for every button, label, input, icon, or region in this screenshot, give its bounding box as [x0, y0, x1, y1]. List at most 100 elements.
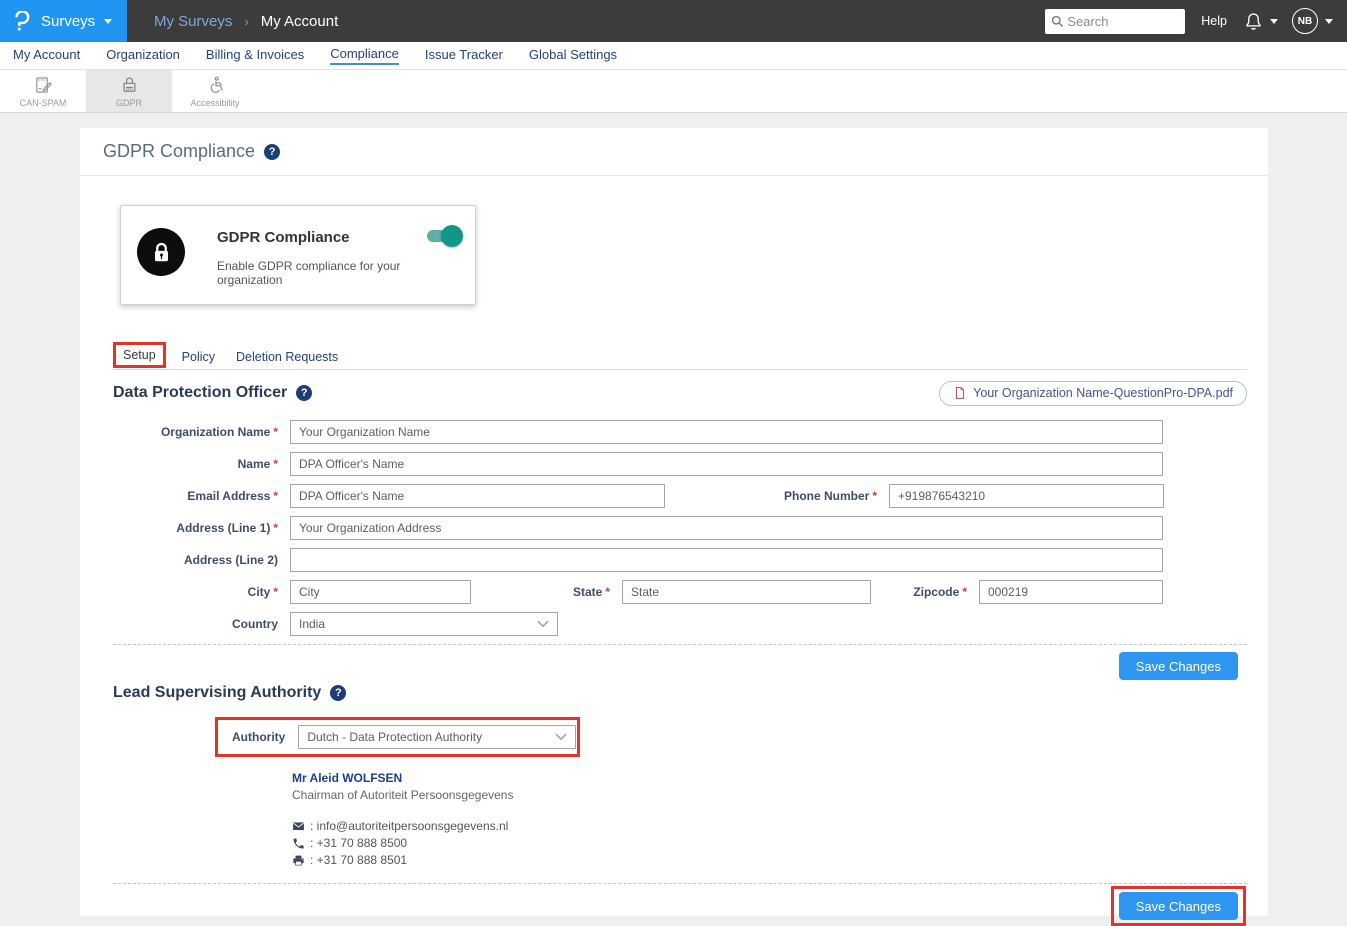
- lsa-heading-text: Lead Supervising Authority: [113, 684, 321, 702]
- chevron-down-icon[interactable]: [1270, 19, 1278, 24]
- authority-phone-line: : +31 70 888 8500: [292, 836, 1247, 850]
- breadcrumb-separator: ›: [244, 14, 248, 29]
- avatar[interactable]: NB: [1292, 8, 1318, 34]
- accessibility-wheelchair-icon: [205, 75, 226, 95]
- chevron-down-icon: [104, 19, 112, 24]
- field-label-phone: Phone Number*: [665, 489, 877, 503]
- section-divider: [113, 644, 1247, 645]
- topbar-actions: Help NB: [1045, 8, 1347, 34]
- gdpr-tabs: Setup Policy Deletion Requests: [113, 341, 1247, 370]
- lsa-heading: Lead Supervising Authority ?: [113, 684, 1247, 702]
- authority-select-value: Dutch - Data Protection Authority: [307, 730, 555, 744]
- nav-billing-invoices[interactable]: Billing & Invoices: [206, 47, 304, 64]
- nav-compliance[interactable]: Compliance: [330, 46, 399, 65]
- pdf-button-label: Your Organization Name-QuestionPro-DPA.p…: [973, 386, 1233, 400]
- authority-phone: : +31 70 888 8500: [310, 836, 407, 850]
- help-icon[interactable]: ?: [330, 685, 346, 701]
- authority-fax: : +31 70 888 8501: [310, 853, 407, 867]
- form-row: Address (Line 2): [113, 548, 1247, 572]
- annotation-box-authority: Authority Dutch - Data Protection Author…: [215, 717, 580, 757]
- breadcrumb: My Surveys › My Account: [154, 13, 338, 30]
- subtab-can-spam[interactable]: CAN-SPAM: [0, 70, 86, 112]
- breadcrumb-my-surveys[interactable]: My Surveys: [154, 13, 232, 30]
- field-label-name: Name*: [113, 457, 278, 471]
- dpa-pdf-download-button[interactable]: Your Organization Name-QuestionPro-DPA.p…: [939, 381, 1247, 406]
- card-subtitle: Enable GDPR compliance for your organiza…: [217, 259, 459, 287]
- field-label-address2: Address (Line 2): [113, 553, 278, 567]
- annotation-box-save: Save Changes: [1111, 886, 1246, 926]
- field-label-state: State*: [471, 585, 610, 599]
- tab-deletion-requests[interactable]: Deletion Requests: [228, 345, 346, 369]
- subtab-label: GDPR: [116, 98, 142, 108]
- search-input[interactable]: [1045, 9, 1185, 34]
- topbar: Surveys My Surveys › My Account Help NB: [0, 0, 1347, 42]
- authority-select[interactable]: Dutch - Data Protection Authority: [298, 725, 576, 749]
- breadcrumb-my-account: My Account: [261, 13, 339, 30]
- chevron-down-icon: [537, 620, 549, 628]
- nav-issue-tracker[interactable]: Issue Tracker: [425, 47, 503, 64]
- dpo-heading-text: Data Protection Officer: [113, 384, 287, 402]
- gdpr-toggle[interactable]: [427, 230, 457, 242]
- save-changes-button-dpo[interactable]: Save Changes: [1119, 652, 1238, 680]
- toggle-knob: [441, 225, 463, 247]
- address-line1-input[interactable]: [290, 516, 1163, 540]
- zipcode-input[interactable]: [979, 580, 1163, 604]
- field-label-email: Email Address*: [113, 489, 278, 503]
- dpa-officer-name-input[interactable]: [290, 452, 1163, 476]
- search-box: [1045, 9, 1185, 34]
- form-row: Name*: [113, 452, 1247, 476]
- can-spam-document-pencil-icon: [33, 75, 54, 95]
- city-input[interactable]: [290, 580, 471, 604]
- authority-contact-title: Chairman of Autoriteit Persoonsgegevens: [292, 788, 1247, 802]
- field-label-address1: Address (Line 1)*: [113, 521, 278, 535]
- lock-icon: [137, 228, 185, 276]
- search-icon: [1051, 15, 1064, 28]
- tab-setup[interactable]: Setup: [113, 342, 166, 368]
- card-texts: GDPR Compliance Enable GDPR compliance f…: [217, 228, 459, 304]
- field-label-city: City*: [113, 585, 278, 599]
- card-title: GDPR Compliance: [217, 229, 459, 246]
- phone-number-input[interactable]: [889, 484, 1164, 508]
- app-menu-label: Surveys: [41, 13, 95, 30]
- nav-my-account[interactable]: My Account: [13, 47, 80, 64]
- country-select[interactable]: India: [290, 612, 558, 636]
- help-link[interactable]: Help: [1201, 14, 1227, 28]
- nav-organization[interactable]: Organization: [106, 47, 180, 64]
- field-label-zipcode: Zipcode*: [871, 585, 967, 599]
- address-line2-input[interactable]: [290, 548, 1163, 572]
- form-row: Organization Name*: [113, 420, 1247, 444]
- authority-fax-line: : +31 70 888 8501: [292, 853, 1247, 867]
- subtab-gdpr[interactable]: GDPR: [86, 70, 172, 112]
- authority-email-line: : info@autoriteitpersoonsgegevens.nl: [292, 819, 1247, 833]
- field-label-authority: Authority: [232, 730, 285, 744]
- phone-icon: [292, 837, 305, 850]
- pdf-file-icon: [953, 386, 967, 400]
- account-nav: My Account Organization Billing & Invoic…: [0, 42, 1347, 70]
- page-title: GDPR Compliance: [103, 141, 255, 162]
- subtab-accessibility[interactable]: Accessibility: [172, 70, 258, 112]
- surveys-app-menu[interactable]: Surveys: [0, 0, 127, 42]
- subtab-label: Accessibility: [190, 98, 239, 108]
- help-icon[interactable]: ?: [264, 144, 280, 160]
- form-row: Country India: [113, 612, 1247, 636]
- nav-global-settings[interactable]: Global Settings: [529, 47, 617, 64]
- form-row: Address (Line 1)*: [113, 516, 1247, 540]
- gdpr-compliance-card: GDPR Compliance Enable GDPR compliance f…: [120, 205, 476, 305]
- notifications-bell-icon[interactable]: [1243, 11, 1264, 32]
- email-address-input[interactable]: [290, 484, 665, 508]
- field-label-organization-name: Organization Name*: [113, 425, 278, 439]
- authority-email: : info@autoriteitpersoonsgegevens.nl: [310, 819, 508, 833]
- panel-header: GDPR Compliance ?: [80, 128, 1268, 176]
- subtab-label: CAN-SPAM: [20, 98, 67, 108]
- state-input[interactable]: [622, 580, 871, 604]
- chevron-down-icon[interactable]: [1325, 19, 1333, 24]
- field-label-country: Country: [113, 617, 278, 631]
- authority-contact-name: Mr Aleid WOLFSEN: [292, 771, 1247, 785]
- help-icon[interactable]: ?: [296, 385, 312, 401]
- authority-contact-card: Mr Aleid WOLFSEN Chairman of Autoriteit …: [292, 771, 1247, 867]
- questionpro-logo-icon: [14, 11, 30, 32]
- gdpr-compliance-panel: GDPR Compliance ? GDPR Compliance Enable…: [80, 128, 1268, 916]
- dpo-header: Data Protection Officer ? Your Organizat…: [113, 379, 1247, 407]
- tab-policy[interactable]: Policy: [174, 345, 223, 369]
- organization-name-input[interactable]: [290, 420, 1163, 444]
